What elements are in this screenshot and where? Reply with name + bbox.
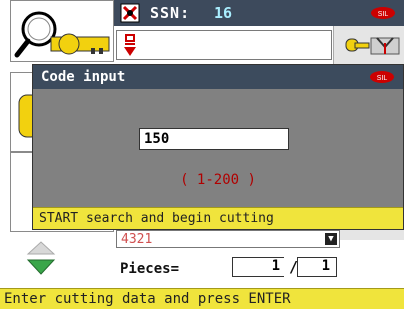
brand-logo-icon: SIL bbox=[370, 71, 394, 83]
pieces-done-field[interactable]: 1 bbox=[232, 257, 284, 277]
header-bar: SSN: 16 SIL bbox=[114, 0, 404, 26]
key-search-icon bbox=[14, 11, 110, 58]
code-range: ( 1-200 ) bbox=[180, 172, 256, 188]
svg-text:SIL: SIL bbox=[378, 11, 389, 18]
screen: SSN: 16 SIL Code input SIL 150 (1-200)… bbox=[0, 0, 414, 309]
code-input-dialog: Code input SIL 150 ( 1-200 ) START searc… bbox=[32, 64, 404, 230]
brand-logo-icon: SIL bbox=[371, 7, 395, 19]
key-search-tool[interactable] bbox=[10, 0, 114, 62]
code-input-field[interactable]: 150 bbox=[139, 128, 289, 150]
ssn-value: 16 bbox=[214, 4, 233, 22]
pieces-total-field[interactable]: 1 bbox=[297, 257, 337, 277]
dialog-titlebar: Code input SIL bbox=[33, 65, 403, 89]
arrow-up-icon[interactable] bbox=[26, 240, 56, 256]
key-clamp-icon[interactable] bbox=[345, 35, 401, 55]
pieces-label: Pieces= bbox=[120, 261, 180, 277]
status-bar: Enter cutting data and press ENTER bbox=[0, 288, 404, 309]
cutter-down-icon bbox=[124, 34, 136, 56]
code-value-field[interactable]: 4321 bbox=[116, 230, 340, 248]
dialog-title: Code input bbox=[41, 69, 126, 85]
cut-field[interactable] bbox=[116, 30, 332, 60]
svg-text:SIL: SIL bbox=[377, 75, 388, 82]
dialog-hint: START search and begin cutting bbox=[33, 207, 403, 229]
key-cross-icon bbox=[120, 3, 140, 23]
chevron-down-icon[interactable]: ▼ bbox=[325, 233, 337, 245]
arrow-down-icon[interactable] bbox=[26, 257, 56, 275]
ssn-label: SSN: bbox=[150, 4, 191, 22]
